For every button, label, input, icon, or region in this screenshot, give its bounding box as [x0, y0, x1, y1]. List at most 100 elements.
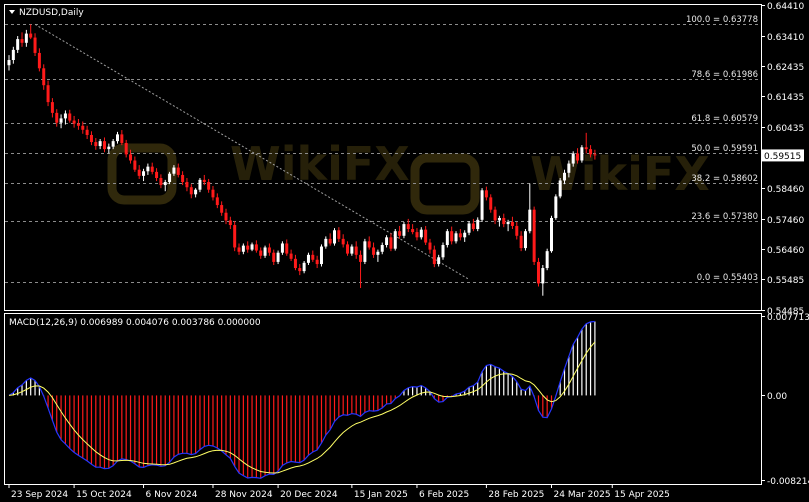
- candle-body: [98, 141, 102, 147]
- candle: [246, 241, 250, 253]
- candle: [228, 216, 232, 230]
- candle: [554, 194, 558, 220]
- macd-axis: 0.007713 0.00 -0.008214: [761, 313, 809, 487]
- candle-body: [489, 197, 493, 210]
- time-axis-label: 15 Apr 2025: [614, 490, 670, 500]
- candle-body: [567, 163, 571, 173]
- candle-body: [584, 147, 588, 150]
- candle-body: [545, 251, 549, 269]
- candle-body: [24, 33, 28, 43]
- candle-body: [476, 219, 480, 230]
- candle: [76, 119, 80, 130]
- candle-body: [102, 141, 106, 150]
- candle: [237, 243, 241, 255]
- candle-body: [241, 245, 245, 252]
- candle: [63, 110, 67, 125]
- candle-body: [589, 149, 593, 155]
- candle: [298, 264, 302, 276]
- chevron-down-icon[interactable]: [9, 10, 15, 14]
- candle: [424, 225, 428, 246]
- candle: [194, 188, 198, 198]
- current-price-label: 0.59515: [764, 152, 801, 162]
- candle: [120, 130, 124, 146]
- candle-body: [415, 232, 419, 238]
- candle: [385, 235, 389, 248]
- candle-body: [454, 233, 458, 242]
- candle-body: [50, 102, 54, 113]
- candle: [241, 243, 245, 255]
- macd-axis-label: -0.008214: [767, 477, 809, 487]
- candle: [428, 238, 432, 254]
- fib-level-label: 61.8 = 0.60579: [691, 114, 758, 124]
- candle: [502, 213, 506, 228]
- candle-body: [541, 268, 545, 284]
- candle-body: [94, 142, 98, 147]
- candle-body: [63, 113, 67, 119]
- candle-body: [59, 118, 63, 123]
- candle-body: [137, 169, 141, 176]
- candle-body: [168, 173, 172, 183]
- candle-body: [72, 120, 76, 124]
- candle-body: [432, 249, 436, 265]
- candle-body: [189, 187, 193, 195]
- candle-body: [220, 205, 224, 213]
- candle-body: [129, 154, 133, 161]
- candle-body: [107, 146, 111, 150]
- candle-body: [302, 262, 306, 272]
- candle-body: [181, 174, 185, 183]
- price-axis-label: 0.62435: [767, 63, 804, 73]
- candle: [380, 242, 384, 255]
- candle-body: [467, 223, 471, 233]
- candle: [24, 29, 28, 47]
- candle-body: [163, 182, 167, 186]
- macd-axis-label: 0.007713: [767, 313, 809, 323]
- candle: [458, 229, 462, 241]
- candle: [550, 215, 553, 253]
- candle-body: [580, 147, 584, 161]
- candle: [337, 227, 341, 242]
- candle: [124, 139, 128, 158]
- candle-body: [124, 142, 128, 155]
- candle: [16, 36, 20, 53]
- symbol-header[interactable]: NZDUSD,Daily: [9, 8, 84, 18]
- candle: [523, 229, 527, 251]
- candle: [484, 186, 488, 201]
- candle-body: [89, 134, 93, 143]
- candle: [346, 241, 350, 256]
- candle: [207, 178, 211, 193]
- candle-body: [76, 123, 80, 126]
- candle: [189, 184, 193, 199]
- candle: [155, 168, 159, 182]
- macd-title: MACD(12,26,9) 0.006989 0.004076 0.003786…: [9, 318, 261, 328]
- candle: [389, 233, 393, 252]
- candle: [163, 179, 167, 192]
- candle: [259, 247, 263, 259]
- chart-canvas[interactable]: WikiFX WikiFX 100.0 = 0.63778 78.6 = 0.61…: [0, 0, 809, 502]
- candle-body: [276, 252, 280, 262]
- candle-body: [424, 229, 428, 243]
- candle-body: [328, 238, 332, 244]
- macd-series: [8, 320, 596, 479]
- candle: [293, 254, 297, 271]
- candle: [59, 114, 63, 129]
- fib-level-label: 38.2 = 0.58602: [691, 174, 758, 184]
- candle: [445, 229, 449, 248]
- candle: [211, 186, 215, 201]
- price-axis-label: 0.64410: [767, 2, 804, 12]
- macd-line: [8, 320, 595, 479]
- candle-body: [215, 197, 219, 206]
- candle-body: [68, 113, 72, 121]
- candle-body: [532, 209, 536, 262]
- candle-body: [150, 166, 154, 172]
- candle: [263, 245, 267, 258]
- candle: [328, 233, 332, 246]
- candle: [98, 138, 102, 150]
- candle-body: [159, 178, 163, 186]
- candle: [302, 260, 306, 274]
- candle-body: [7, 60, 11, 66]
- candle-body: [528, 209, 532, 232]
- candle: [137, 165, 141, 179]
- candle: [341, 234, 345, 248]
- candle: [89, 131, 93, 146]
- candle-body: [224, 212, 228, 221]
